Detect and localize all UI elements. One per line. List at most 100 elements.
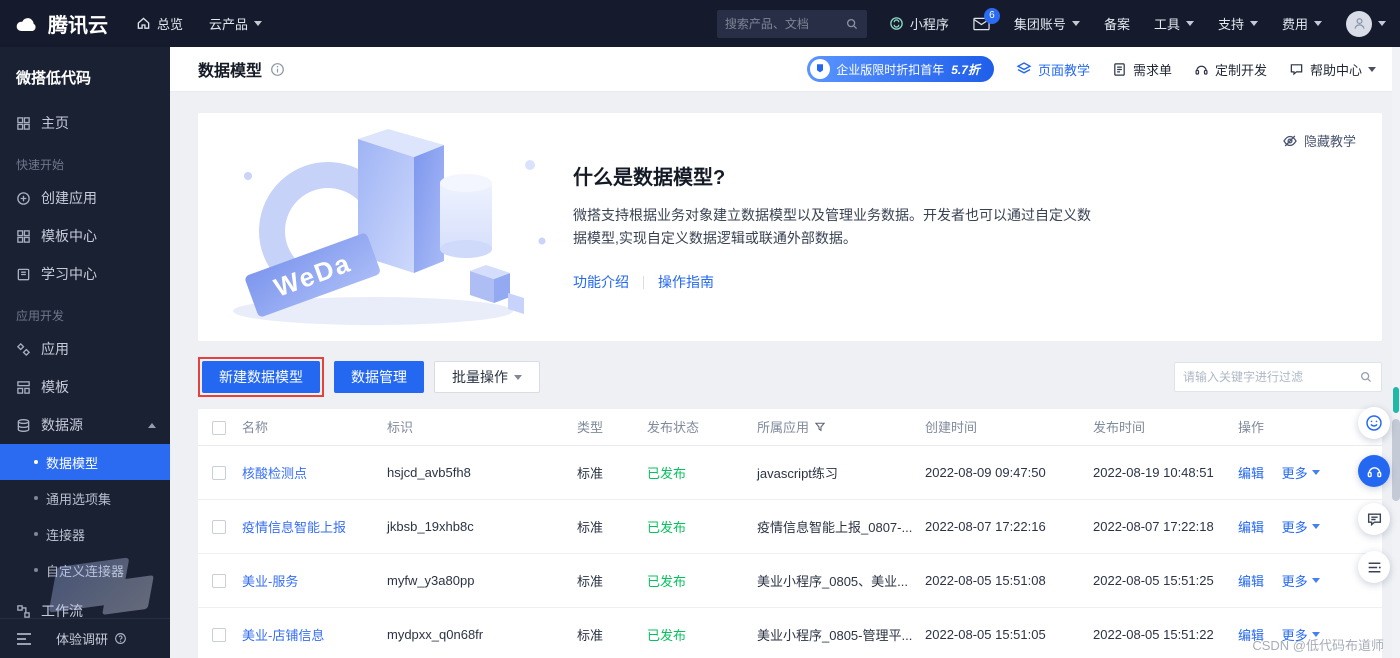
- floating-action-bar: [1358, 407, 1390, 583]
- topbar-search[interactable]: [716, 9, 867, 38]
- more-button[interactable]: 更多: [1282, 571, 1320, 590]
- toolbar: 新建数据模型 数据管理 批量操作: [198, 357, 1382, 397]
- model-name-link[interactable]: 美业-服务: [240, 553, 385, 608]
- nav-cloud-products-label: 云产品: [209, 17, 249, 32]
- more-button[interactable]: 更多: [1282, 463, 1320, 482]
- model-name-link[interactable]: 美业-店铺信息: [240, 607, 385, 658]
- model-type: 标准: [575, 445, 645, 500]
- message-center[interactable]: 6: [973, 7, 1000, 31]
- survey-link[interactable]: 体验调研: [56, 629, 127, 648]
- search-icon[interactable]: [845, 17, 859, 31]
- collapse-menu-icon[interactable]: [16, 632, 32, 646]
- edit-button[interactable]: 编辑: [1238, 571, 1264, 590]
- plus-circle-icon: [16, 191, 31, 206]
- eye-off-icon: [1282, 133, 1298, 149]
- support-headset-button[interactable]: [1358, 455, 1390, 487]
- model-code: hsjcd_avb5fh8: [385, 445, 575, 500]
- keyword-filter-input[interactable]: [1183, 370, 1359, 384]
- sidebar-item-create-app[interactable]: 创建应用: [0, 179, 170, 217]
- model-name-link[interactable]: 疫情信息智能上报: [240, 499, 385, 554]
- new-data-model-button[interactable]: 新建数据模型: [202, 361, 320, 393]
- edit-button[interactable]: 编辑: [1238, 463, 1264, 482]
- promo-badge-icon: [810, 59, 831, 79]
- sidebar-subitem-label: 连接器: [46, 527, 86, 543]
- info-icon[interactable]: [270, 62, 285, 77]
- sidebar-subitem-connectors[interactable]: 连接器: [0, 516, 170, 552]
- sidebar-subitem-custom-connectors[interactable]: 自定义连接器: [0, 552, 170, 588]
- scrollbar-thumb[interactable]: [1392, 419, 1400, 501]
- sidebar-item-home[interactable]: 主页: [0, 104, 170, 142]
- sidebar-item-template[interactable]: 模板: [0, 368, 170, 406]
- feedback-tab[interactable]: [1393, 387, 1399, 413]
- sidebar-item-learn-center[interactable]: 学习中心: [0, 255, 170, 293]
- nav-support[interactable]: 支持: [1218, 14, 1258, 33]
- model-type: 标准: [575, 499, 645, 554]
- status-badge: 已发布: [645, 607, 755, 658]
- nav-group-account[interactable]: 集团账号: [1014, 14, 1080, 33]
- sidebar-item-datasource[interactable]: 数据源: [0, 406, 170, 444]
- row-checkbox[interactable]: [212, 465, 226, 480]
- select-all-checkbox[interactable]: [212, 420, 226, 435]
- caret-down-icon: [1378, 21, 1386, 26]
- filter-funnel-icon[interactable]: [814, 421, 826, 433]
- nav-beian[interactable]: 备案: [1104, 14, 1130, 33]
- batch-ops-button[interactable]: 批量操作: [434, 361, 540, 393]
- feedback-smiley-button[interactable]: [1358, 407, 1390, 439]
- sidebar-item-app[interactable]: 应用: [0, 330, 170, 368]
- caret-up-icon: [148, 422, 156, 428]
- row-checkbox[interactable]: [212, 573, 226, 588]
- database-icon: [16, 418, 31, 433]
- edit-button[interactable]: 编辑: [1238, 517, 1264, 536]
- headset-icon: [1194, 62, 1209, 77]
- page-scrollbar[interactable]: [1392, 47, 1400, 658]
- content-area: WeDa 隐藏教学 什么是数据模型? 微搭支持根据业务对象建立数据模型以及管理业…: [170, 91, 1400, 658]
- cloud-logo-icon: [14, 14, 40, 34]
- sidebar-item-label: 模板中心: [41, 228, 97, 244]
- hero-illustration: WeDa: [208, 121, 558, 333]
- model-created: 2022-08-05 15:51:08: [923, 553, 1091, 608]
- nav-miniprogram[interactable]: 小程序: [889, 14, 949, 33]
- consult-chat-button[interactable]: [1358, 503, 1390, 535]
- model-app: 美业小程序_0805、美业...: [755, 553, 923, 608]
- help-center-link[interactable]: 帮助中心: [1289, 60, 1376, 79]
- hide-tutorial-button[interactable]: 隐藏教学: [1282, 131, 1356, 150]
- caret-down-icon: [1311, 469, 1320, 475]
- page-tutorial-label: 页面教学: [1037, 62, 1090, 78]
- grid-icon: [16, 116, 31, 131]
- feature-intro-link[interactable]: 功能介绍: [573, 272, 629, 292]
- tencent-cloud-logo[interactable]: 腾讯云: [14, 9, 108, 38]
- row-checkbox[interactable]: [212, 519, 226, 534]
- search-icon[interactable]: [1359, 370, 1373, 384]
- hide-tutorial-label: 隐藏教学: [1303, 134, 1356, 149]
- sidebar-item-label: 数据源: [41, 417, 83, 433]
- status-badge: 已发布: [645, 445, 755, 500]
- col-header-created: 创建时间: [923, 409, 1091, 446]
- custom-dev-label: 定制开发: [1214, 62, 1267, 78]
- nav-billing[interactable]: 费用: [1282, 14, 1322, 33]
- document-icon: [1112, 62, 1127, 77]
- custom-dev-link[interactable]: 定制开发: [1194, 60, 1267, 79]
- topbar-search-input[interactable]: [724, 16, 845, 31]
- promo-banner[interactable]: 企业版限时折扣首年 5.7折: [807, 56, 994, 82]
- divider: [643, 275, 644, 289]
- model-name-link[interactable]: 核酸检测点: [240, 445, 385, 500]
- nav-cloud-products[interactable]: 云产品: [209, 14, 263, 33]
- sidebar-item-template-center[interactable]: 模板中心: [0, 217, 170, 255]
- sidebar: 微搭低代码 主页 快速开始 创建应用 模板中心 学习中心 应用开发 应用 模板 …: [0, 47, 170, 658]
- nav-tools[interactable]: 工具: [1154, 14, 1194, 33]
- account-menu[interactable]: [1346, 10, 1386, 37]
- nav-overview[interactable]: 总览: [136, 14, 183, 33]
- page-tutorial-link[interactable]: 页面教学: [1016, 60, 1090, 79]
- model-code: jkbsb_19xhb8c: [385, 499, 575, 554]
- row-checkbox[interactable]: [212, 627, 226, 642]
- data-manage-button[interactable]: 数据管理: [334, 361, 424, 393]
- sidebar-subitem-option-sets[interactable]: 通用选项集: [0, 480, 170, 516]
- sidebar-bottom-bar: 体验调研: [0, 618, 170, 658]
- more-button[interactable]: 更多: [1282, 517, 1320, 536]
- sidebar-subitem-data-model[interactable]: 数据模型: [0, 444, 170, 480]
- quick-menu-button[interactable]: [1358, 551, 1390, 583]
- requirement-link[interactable]: 需求单: [1112, 60, 1172, 79]
- operation-guide-link[interactable]: 操作指南: [658, 272, 714, 292]
- sidebar-item-label: 主页: [41, 115, 69, 131]
- keyword-filter[interactable]: [1174, 362, 1382, 392]
